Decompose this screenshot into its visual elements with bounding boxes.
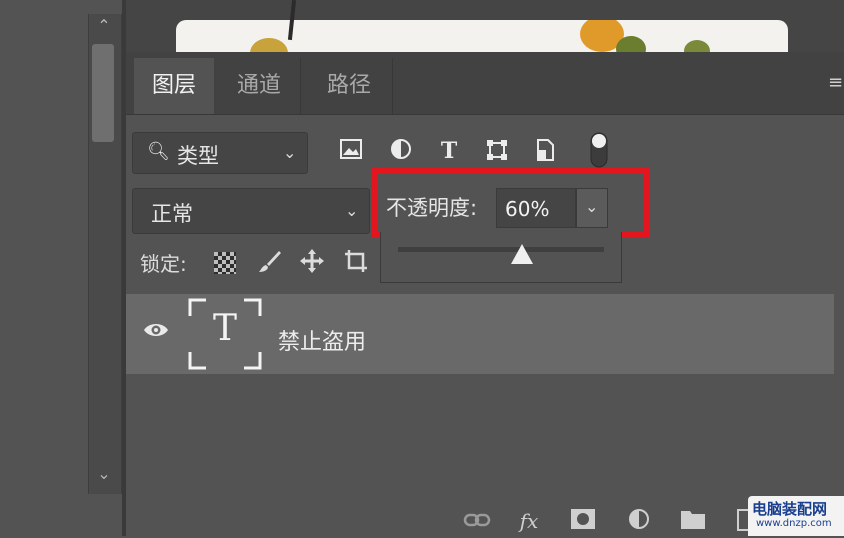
opacity-slider-popup <box>380 232 622 283</box>
blend-mode-dropdown[interactable]: 正常 ⌄ <box>132 188 370 234</box>
search-icon: 🔍︎ <box>147 141 170 162</box>
move-icon[interactable] <box>298 248 326 276</box>
adjustment-filter-icon[interactable] <box>388 138 414 164</box>
panel-menu-icon[interactable]: ≡ <box>828 72 844 94</box>
add-mask-icon[interactable] <box>568 508 598 534</box>
shape-filter-icon[interactable] <box>484 138 510 164</box>
watermark-title: 电脑装配网 <box>752 500 828 518</box>
blend-mode-value: 正常 <box>151 202 193 226</box>
new-group-icon[interactable] <box>678 508 708 534</box>
eye-icon[interactable] <box>142 320 170 348</box>
highlight-box <box>372 168 650 238</box>
layer-name[interactable]: 禁止盗用 <box>278 324 366 356</box>
type-filter-icon[interactable]: T <box>436 138 462 164</box>
scroll-down-icon[interactable]: ⌄ <box>88 462 120 486</box>
tab-channels[interactable]: 通道 <box>218 58 301 114</box>
chevron-down-icon: ⌄ <box>345 201 359 220</box>
scrollbar-thumb[interactable] <box>92 44 114 142</box>
brush-icon[interactable] <box>256 248 284 276</box>
lock-label: 锁定: <box>140 252 187 276</box>
image-filter-icon[interactable] <box>338 138 364 164</box>
filter-kind-dropdown[interactable]: 🔍︎ 类型 ⌄ <box>132 132 308 174</box>
tab-paths[interactable]: 路径 <box>306 58 393 114</box>
artboard-lock-icon[interactable] <box>342 248 370 276</box>
adjustment-layer-icon[interactable] <box>624 508 654 534</box>
layer-style-fx-icon[interactable]: fx <box>514 508 544 534</box>
chevron-down-icon: ⌄ <box>283 143 297 162</box>
opacity-slider-thumb[interactable] <box>511 244 533 264</box>
lock-transparent-pixels-icon[interactable] <box>214 252 236 274</box>
watermark-url: www.dnzp.com <box>756 518 832 529</box>
smart-object-filter-icon[interactable] <box>532 138 558 164</box>
layer-thumbnail: T <box>188 298 262 370</box>
filter-toggle-switch[interactable] <box>590 132 608 168</box>
opacity-slider-track[interactable] <box>398 247 604 252</box>
text-layer-icon: T <box>212 308 237 349</box>
watermark-logo: 电脑装配网 www.dnzp.com <box>748 496 844 536</box>
filter-kind-label: 类型 <box>177 144 219 168</box>
link-layers-icon[interactable] <box>462 508 492 534</box>
scroll-up-icon[interactable]: ⌃ <box>88 14 120 38</box>
tab-layers[interactable]: 图层 <box>134 58 214 114</box>
